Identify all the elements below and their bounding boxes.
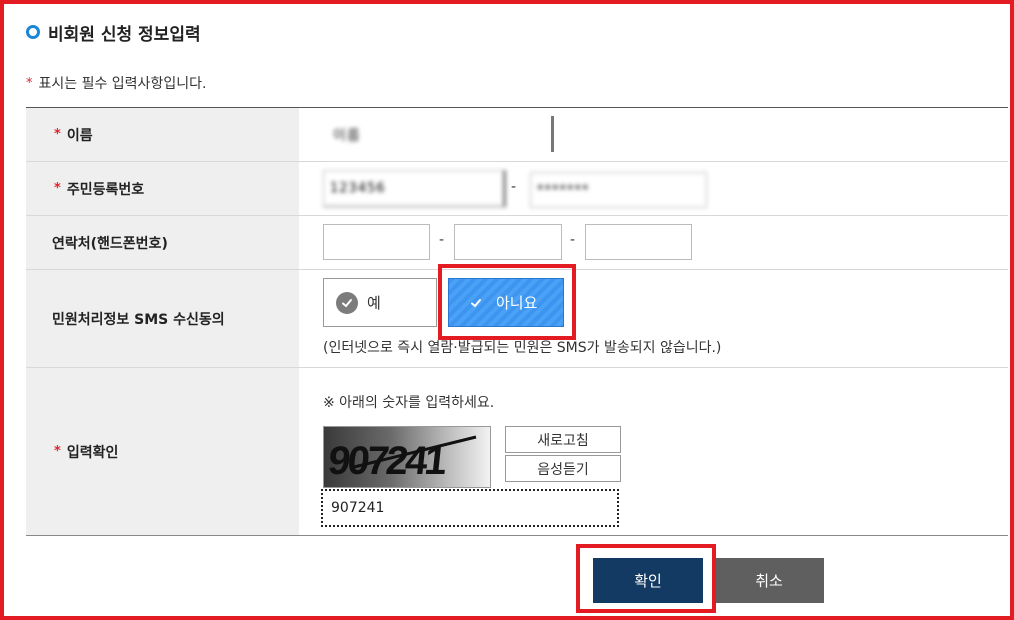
- phone-part1-input[interactable]: [323, 224, 430, 260]
- confirm-button[interactable]: 확인: [593, 558, 703, 603]
- confirm-label: 확인: [634, 572, 662, 590]
- label-name-text: 이름: [66, 127, 93, 144]
- required-note-text: 표시는 필수 입력사항입니다.: [38, 76, 207, 92]
- captcha-graphic: 907241: [326, 435, 477, 483]
- cancel-label: 취소: [755, 572, 783, 590]
- row-sms-consent: 민원처리정보 SMS 수신동의 예 아니요 (인터넷으로 즉시 열람·발급되는 …: [26, 264, 1008, 368]
- name-value: 이름: [333, 128, 361, 144]
- label-phone: 연락처(핸드폰번호): [26, 216, 299, 269]
- required-star-icon: *: [54, 181, 61, 196]
- section-title: 비회원 신청 정보입력: [26, 20, 201, 45]
- required-note: * 표시는 필수 입력사항입니다.: [26, 73, 206, 93]
- row-captcha: * 입력확인 ※ 아래의 숫자를 입력하세요. 907241 새로고침 음성듣기: [26, 368, 1008, 536]
- phone-dash-2: -: [570, 232, 576, 248]
- form-actions: 확인 취소: [0, 544, 1014, 613]
- row-phone: 연락처(핸드폰번호) - -: [26, 216, 1008, 270]
- captcha-refresh-button[interactable]: 새로고침: [505, 426, 621, 453]
- label-phone-text: 연락처(핸드폰번호): [52, 235, 168, 252]
- sms-no-button[interactable]: 아니요: [448, 278, 564, 327]
- phone-dash-1: -: [439, 232, 445, 248]
- required-star-icon: *: [26, 75, 33, 91]
- row-rrn: * 주민등록번호 -: [26, 162, 1008, 216]
- captcha-refresh-label: 새로고침: [537, 432, 589, 449]
- label-rrn-text: 주민등록번호: [66, 181, 145, 198]
- label-sms: 민원처리정보 SMS 수신동의: [26, 270, 299, 367]
- sms-yes-button[interactable]: 예: [323, 278, 437, 327]
- check-icon: [336, 291, 358, 314]
- value-name: 이름: [299, 108, 1008, 161]
- check-icon: [465, 292, 487, 314]
- label-sms-text: 민원처리정보 SMS 수신동의: [52, 311, 225, 328]
- rrn-back-input[interactable]: [530, 172, 707, 208]
- label-name: * 이름: [26, 108, 299, 161]
- sms-no-label: 아니요: [496, 294, 538, 312]
- cancel-button[interactable]: 취소: [714, 558, 824, 603]
- sms-yes-label: 예: [367, 294, 381, 312]
- captcha-audio-label: 음성듣기: [537, 461, 589, 478]
- circle-icon: [26, 25, 40, 39]
- captcha-guide: ※ 아래의 숫자를 입력하세요.: [323, 395, 495, 411]
- value-captcha: ※ 아래의 숫자를 입력하세요. 907241 새로고침 음성듣기: [299, 368, 1008, 535]
- captcha-input[interactable]: [321, 489, 619, 527]
- captcha-image-text: 907241: [326, 439, 449, 483]
- value-phone: - -: [299, 216, 1008, 269]
- rrn-dash: -: [511, 179, 517, 195]
- value-sms: 예 아니요 (인터넷으로 즉시 열람·발급되는 민원은 SMS가 발송되지 않습…: [299, 264, 1008, 367]
- value-rrn: -: [299, 162, 1008, 215]
- required-star-icon: *: [54, 127, 61, 142]
- application-form: * 이름 이름 * 주민등록번호 - 연락처(핸드폰번호) - -: [26, 107, 1008, 536]
- name-field-edge: [551, 116, 554, 152]
- phone-part3-input[interactable]: [585, 224, 692, 260]
- label-rrn: * 주민등록번호: [26, 162, 299, 215]
- label-captcha: * 입력확인: [26, 368, 299, 535]
- captcha-audio-button[interactable]: 음성듣기: [505, 455, 621, 482]
- row-name: * 이름 이름: [26, 108, 1008, 162]
- label-captcha-text: 입력확인: [66, 444, 119, 461]
- section-title-text: 비회원 신청 정보입력: [48, 24, 201, 45]
- phone-part2-input[interactable]: [454, 224, 562, 260]
- captcha-image: 907241: [323, 426, 491, 488]
- rrn-front-input[interactable]: [323, 170, 506, 208]
- sms-note: (인터넷으로 즉시 열람·발급되는 민원은 SMS가 발송되지 않습니다.): [323, 340, 722, 356]
- required-star-icon: *: [54, 444, 61, 459]
